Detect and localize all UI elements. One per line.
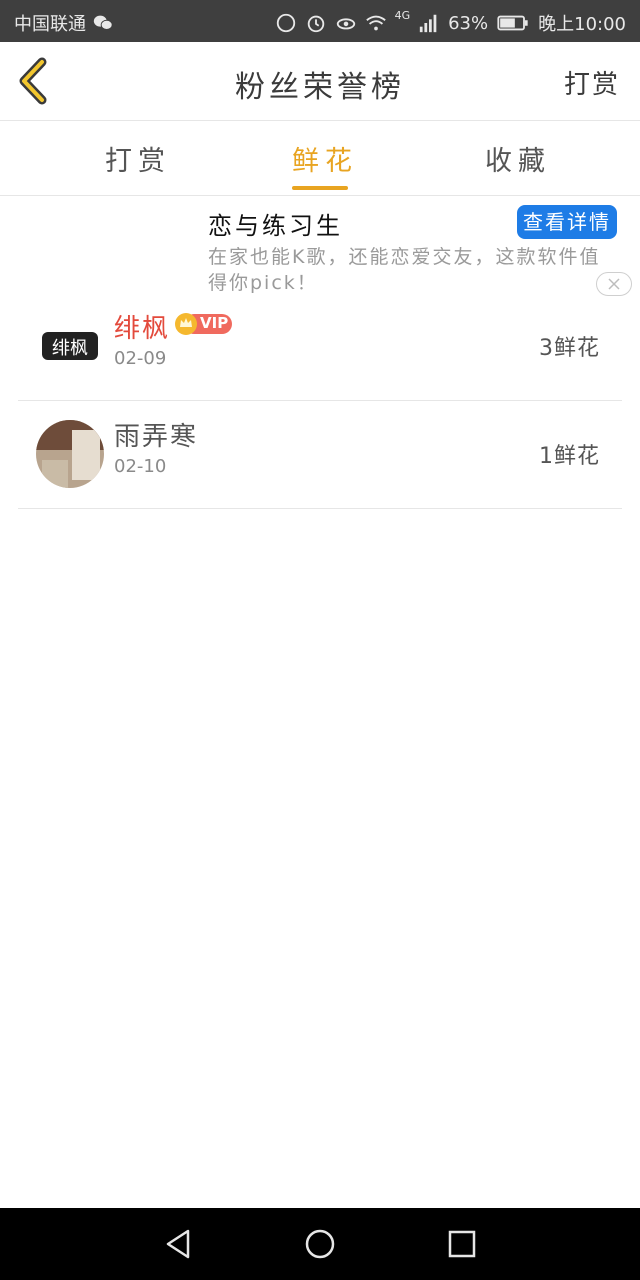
system-nav-bar — [0, 1208, 640, 1280]
ad-details-button[interactable]: 查看详情 — [517, 205, 617, 239]
avatar-graffiti-icon: 绯枫 — [42, 332, 98, 360]
page-title: 粉丝荣誉榜 — [235, 70, 405, 105]
wechat-icon — [93, 15, 113, 30]
network-type: 4G — [394, 8, 411, 22]
fan-name: 绯枫 — [114, 314, 171, 344]
eye-comfort-icon — [336, 18, 355, 30]
avatar: 绯枫 — [36, 312, 104, 380]
tab-favorites[interactable]: 收藏 — [485, 139, 551, 178]
fan-name: 雨弄寒 — [114, 422, 199, 452]
avatar — [36, 420, 104, 488]
signal-icon — [419, 14, 437, 33]
list-item[interactable]: 绯枫 绯枫 VIP 02-09 3鲜花 — [18, 292, 622, 401]
vip-badge: VIP — [174, 312, 232, 336]
carrier-label: 中国联通 — [14, 14, 86, 35]
fan-date: 02-09 — [114, 348, 167, 369]
recents-square-icon[interactable] — [444, 1226, 480, 1262]
flower-count: 3鲜花 — [539, 336, 600, 361]
vip-label: VIP — [200, 314, 229, 332]
battery-icon — [497, 15, 528, 31]
flower-count: 1鲜花 — [539, 444, 600, 469]
back-triangle-icon[interactable] — [160, 1226, 196, 1262]
ad-title: 恋与练习生 — [208, 212, 343, 240]
home-circle-icon[interactable] — [302, 1226, 338, 1262]
tab-bar: 打赏 鲜花 收藏 — [0, 121, 640, 196]
list-item[interactable]: 雨弄寒 02-10 1鲜花 — [18, 400, 622, 509]
ad-banner[interactable]: 恋与练习生 查看详情 在家也能K歌，还能恋爱交友，这款软件值得你pick！ — [0, 196, 640, 300]
tab-reward[interactable]: 打赏 — [105, 139, 171, 178]
battery-percent: 63% — [448, 12, 489, 34]
data-saver-icon — [276, 13, 295, 33]
fan-date: 02-10 — [114, 456, 167, 477]
avatar-text: 绯枫 — [52, 338, 88, 359]
nav-bar: 粉丝荣誉榜 打赏 — [0, 42, 640, 121]
status-bar: 中国联通 4G 63% 晚上10:00 — [0, 0, 640, 42]
wifi-icon — [365, 15, 386, 31]
tab-flowers[interactable]: 鲜花 — [292, 139, 358, 178]
ad-description: 在家也能K歌，还能恋爱交友，这款软件值得你pick！ — [208, 246, 601, 294]
status-right: 4G 63% 晚上10:00 — [275, 8, 626, 36]
clock: 晚上10:00 — [538, 14, 626, 35]
status-left: 中国联通 — [14, 10, 114, 36]
reward-button[interactable]: 打赏 — [564, 64, 620, 101]
avatar-photo-icon — [36, 420, 104, 488]
active-tab-indicator — [292, 186, 348, 190]
alarm-icon — [307, 15, 324, 33]
